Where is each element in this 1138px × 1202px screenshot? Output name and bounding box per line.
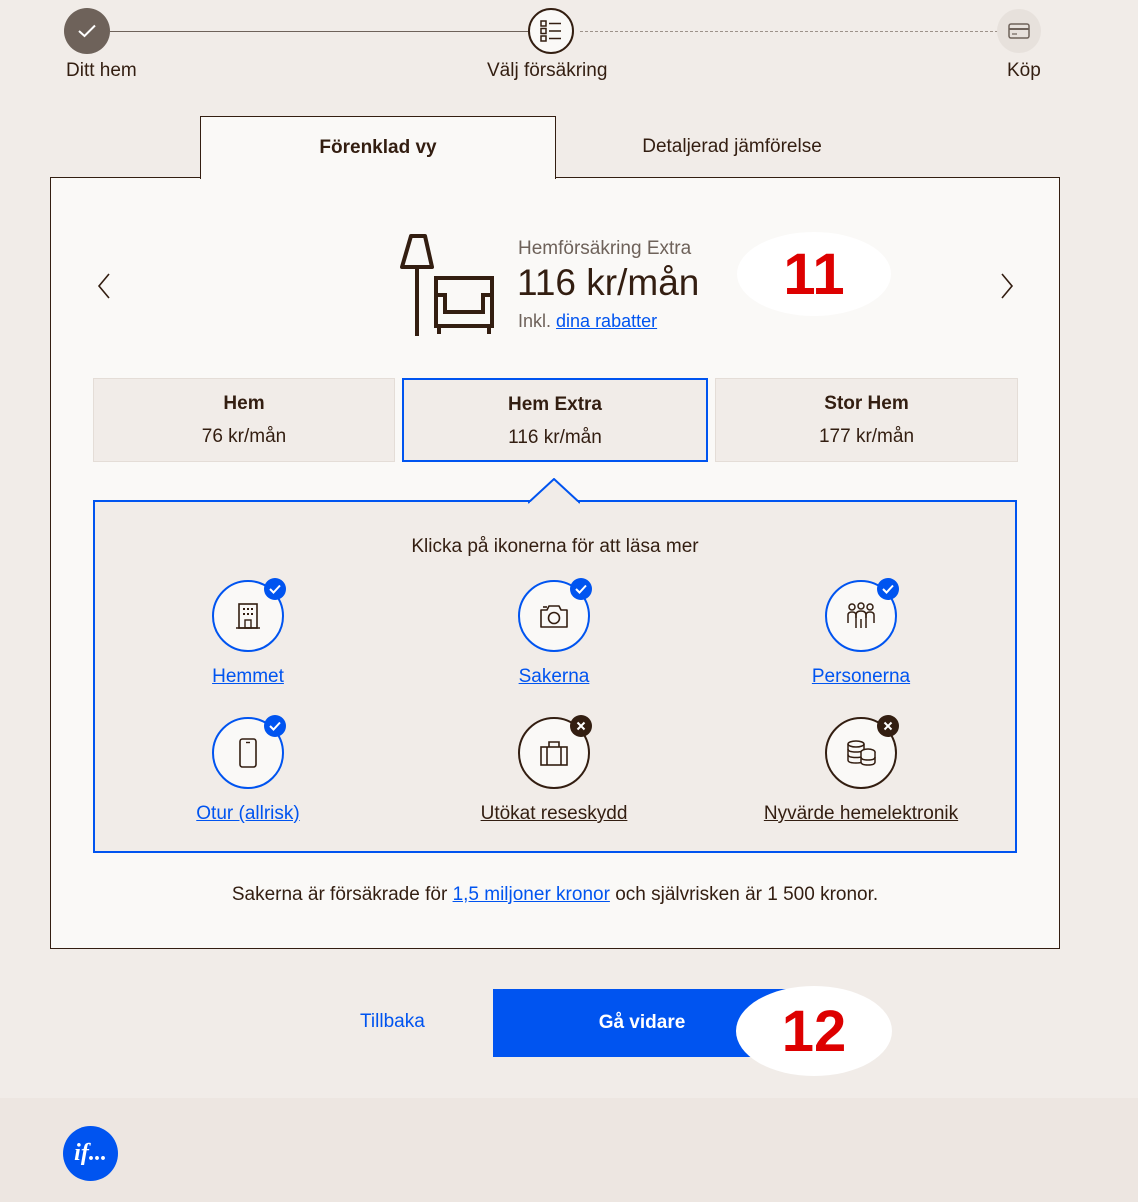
previous-plan-button[interactable] <box>89 266 119 306</box>
product-name: Hemförsäkring Extra <box>518 238 692 259</box>
plan-price: 76 kr/mån <box>201 426 287 447</box>
plan-price: 177 kr/mån <box>818 426 915 447</box>
not-included-x-icon <box>877 715 899 737</box>
plan-name: Hem <box>223 393 265 414</box>
plan-option-hem[interactable]: Hem 76 kr/mån <box>93 378 395 462</box>
back-link[interactable]: Tillbaka <box>360 1011 425 1033</box>
coverage-label[interactable]: Otur (allrisk) <box>196 803 299 825</box>
building-icon <box>236 603 260 629</box>
tab-simple-view[interactable]: Förenklad vy <box>200 116 556 179</box>
summary-suffix: och självrisken är 1 500 kronor. <box>615 884 879 905</box>
coverage-panel: Klicka på ikonerna för att läsa mer Hemm… <box>93 478 1017 853</box>
coverage-icon-button[interactable] <box>825 578 899 652</box>
lamp-armchair-icon <box>394 233 499 338</box>
step-label-valj-forsakring: Välj försäkring <box>487 60 608 81</box>
plan-option-stor-hem[interactable]: Stor Hem 177 kr/mån <box>715 378 1018 462</box>
chevron-right-icon <box>1001 273 1014 299</box>
coverage-label[interactable]: Sakerna <box>519 666 590 688</box>
plan-name: Hem Extra <box>508 394 602 415</box>
chevron-left-icon <box>97 273 110 299</box>
annotation-badge-11: 11 <box>737 232 891 316</box>
step-done-circle[interactable] <box>64 8 110 54</box>
coverage-item-otur: Otur (allrisk) <box>98 715 398 825</box>
coverage-icon-button[interactable] <box>518 578 592 652</box>
included-check-icon <box>877 578 899 600</box>
coverage-summary: Sakerna är försäkrade för 1,5 miljoner k… <box>51 884 1059 906</box>
coverage-icon-button[interactable] <box>212 715 286 789</box>
step-upcoming-circle <box>997 9 1041 53</box>
phone-icon <box>239 738 257 768</box>
tab-simple-view-label: Förenklad vy <box>319 137 437 158</box>
camera-icon <box>540 605 568 628</box>
if-logo[interactable]: if... <box>63 1126 118 1181</box>
people-icon <box>847 602 875 628</box>
coverage-item-personerna: Personerna <box>711 578 1011 688</box>
coins-icon <box>847 740 876 766</box>
discount-prefix: Inkl. <box>518 311 552 331</box>
coverage-label[interactable]: Hemmet <box>212 666 284 688</box>
tab-detailed-comparison[interactable]: Detaljerad jämförelse <box>556 116 908 178</box>
insurance-card: Hemförsäkring Extra 116 kr/mån Inkl. din… <box>50 177 1060 949</box>
tab-detailed-comparison-label: Detaljerad jämförelse <box>642 136 822 157</box>
selected-plan-pointer <box>528 478 580 504</box>
footer: if... <box>0 1098 1138 1202</box>
discounts-link[interactable]: dina rabatter <box>556 311 657 331</box>
coverage-label[interactable]: Personerna <box>812 666 910 688</box>
coverage-label[interactable]: Utökat reseskydd <box>481 803 628 825</box>
annotation-badge-12: 12 <box>736 986 892 1076</box>
coverage-hint: Klicka på ikonerna för att läsa mer <box>411 536 699 557</box>
checkmark-icon <box>78 24 96 38</box>
included-check-icon <box>264 578 286 600</box>
included-check-icon <box>570 578 592 600</box>
step-label-kop: Köp <box>1007 60 1041 81</box>
stepper-line-completed <box>110 31 528 32</box>
coverage-item-hemmet: Hemmet <box>98 578 398 688</box>
coverage-label[interactable]: Nyvärde hemelektronik <box>764 803 958 825</box>
step-label-ditt-hem: Ditt hem <box>66 60 137 81</box>
suitcase-icon <box>540 741 568 766</box>
list-icon <box>540 20 561 42</box>
step-current-circle <box>528 8 574 54</box>
included-check-icon <box>264 715 286 737</box>
not-included-x-icon <box>570 715 592 737</box>
coverage-icon-button[interactable] <box>212 578 286 652</box>
stepper-line-upcoming <box>580 31 998 32</box>
coverage-icon-button[interactable] <box>825 715 899 789</box>
product-price: 116 kr/mån <box>517 262 700 303</box>
coverage-item-nyvarde: Nyvärde hemelektronik <box>711 715 1011 825</box>
discount-note: Inkl. dina rabatter <box>518 311 657 332</box>
plan-option-hem-extra[interactable]: Hem Extra 116 kr/mån <box>402 378 708 462</box>
summary-prefix: Sakerna är försäkrade för <box>231 884 448 905</box>
plan-name: Stor Hem <box>824 393 909 414</box>
plan-price: 116 kr/mån <box>508 427 602 448</box>
coverage-item-reseskydd: Utökat reseskydd <box>404 715 704 825</box>
progress-stepper: Ditt hem Välj försäkring Köp <box>0 0 1138 100</box>
next-plan-button[interactable] <box>992 266 1022 306</box>
logo-text: if... <box>74 1140 107 1166</box>
coverage-icon-button[interactable] <box>518 715 592 789</box>
insured-amount-link[interactable]: 1,5 miljoner kronor <box>453 884 610 905</box>
credit-card-icon <box>1008 23 1030 39</box>
coverage-item-sakerna: Sakerna <box>404 578 704 688</box>
